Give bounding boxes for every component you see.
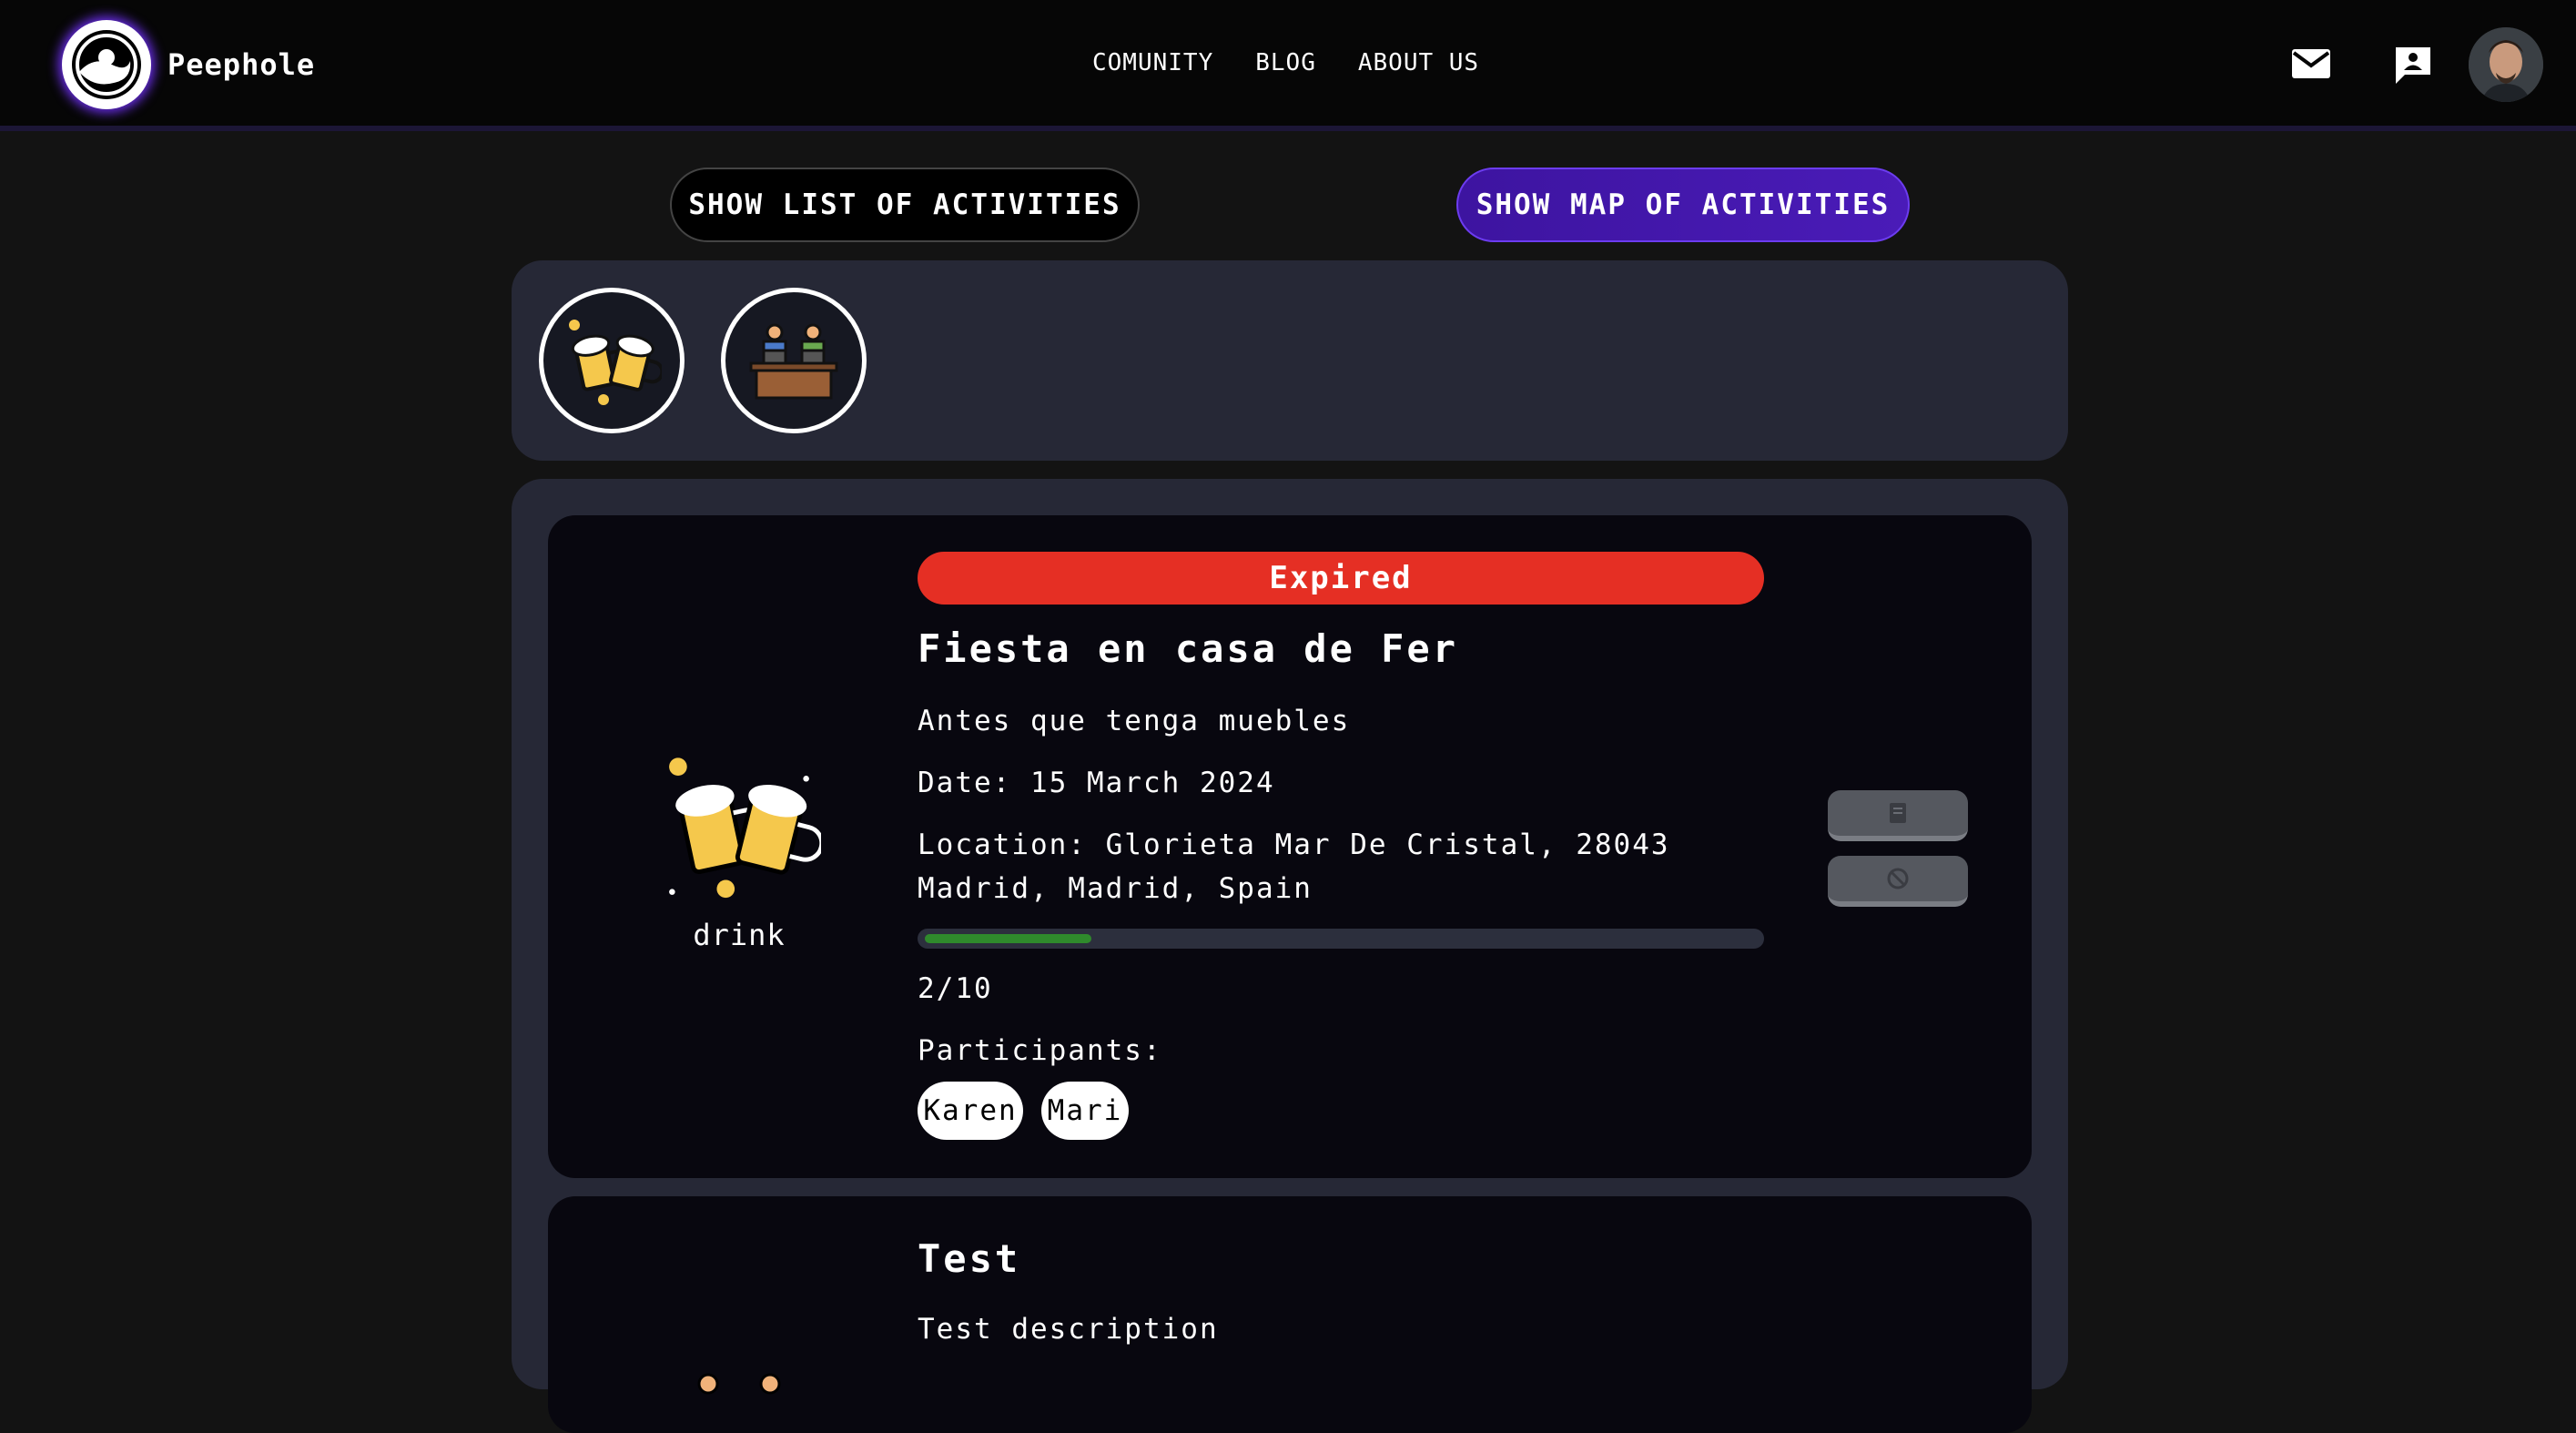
participants-label: Participants: bbox=[918, 1034, 1162, 1067]
capacity-progress-bar bbox=[918, 929, 1764, 949]
beer-mugs-icon bbox=[669, 757, 825, 899]
activity-category: drink bbox=[630, 743, 848, 952]
show-list-button[interactable]: SHOW LIST OF ACTIVITIES bbox=[670, 168, 1140, 242]
participant-chip[interactable]: Mari bbox=[1041, 1082, 1129, 1140]
activity-card[interactable]: Test Test description bbox=[548, 1196, 2032, 1433]
block-icon bbox=[1887, 868, 1909, 889]
nav-link-community[interactable]: COMUNITY bbox=[1092, 49, 1213, 76]
beer-mugs-icon bbox=[569, 320, 662, 405]
activity-date: Date: 15 March 2024 bbox=[918, 767, 1275, 799]
contact-message-icon[interactable] bbox=[2392, 44, 2434, 84]
category-filter-drink[interactable] bbox=[539, 288, 685, 433]
activity-title: Fiesta en casa de Fer bbox=[918, 626, 1459, 671]
cancel-button[interactable] bbox=[1828, 856, 1968, 907]
activity-list: drink Expired Fiesta en casa de Fer Ante… bbox=[512, 479, 2068, 1433]
activity-title: Test bbox=[918, 1236, 1021, 1281]
activity-description: Test description bbox=[918, 1313, 1219, 1346]
user-avatar[interactable] bbox=[2469, 27, 2543, 102]
participant-chip[interactable]: Karen bbox=[918, 1082, 1023, 1140]
category-filter-panel bbox=[512, 260, 2068, 461]
status-badge: Expired bbox=[918, 552, 1764, 605]
activity-category bbox=[630, 1366, 848, 1406]
activity-location: Location: Glorieta Mar De Cristal, 28043… bbox=[918, 828, 1670, 905]
peephole-logo-icon bbox=[62, 20, 151, 109]
category-label: drink bbox=[693, 918, 786, 952]
coworking-desk-icon bbox=[697, 1373, 781, 1395]
category-filter-coworking[interactable] bbox=[721, 288, 867, 433]
top-navbar: Peephole COMUNITY BLOG ABOUT US bbox=[0, 0, 2576, 131]
show-map-button[interactable]: SHOW MAP OF ACTIVITIES bbox=[1456, 168, 1910, 242]
activity-card[interactable]: drink Expired Fiesta en casa de Fer Ante… bbox=[548, 515, 2032, 1178]
capacity-progress-fill bbox=[925, 934, 1091, 943]
book-icon bbox=[1890, 803, 1906, 823]
nav-links: COMUNITY BLOG ABOUT US bbox=[1092, 49, 1479, 76]
join-button[interactable] bbox=[1828, 790, 1968, 841]
brand-name: Peephole bbox=[167, 47, 316, 82]
mail-icon[interactable] bbox=[2290, 44, 2332, 82]
nav-link-about-us[interactable]: ABOUT US bbox=[1358, 49, 1479, 76]
nav-link-blog[interactable]: BLOG bbox=[1255, 49, 1316, 76]
activity-description: Antes que tenga muebles bbox=[918, 705, 1351, 737]
brand[interactable]: Peephole bbox=[62, 18, 315, 111]
capacity-count: 2/10 bbox=[918, 972, 993, 1005]
coworking-desk-icon bbox=[749, 323, 838, 400]
